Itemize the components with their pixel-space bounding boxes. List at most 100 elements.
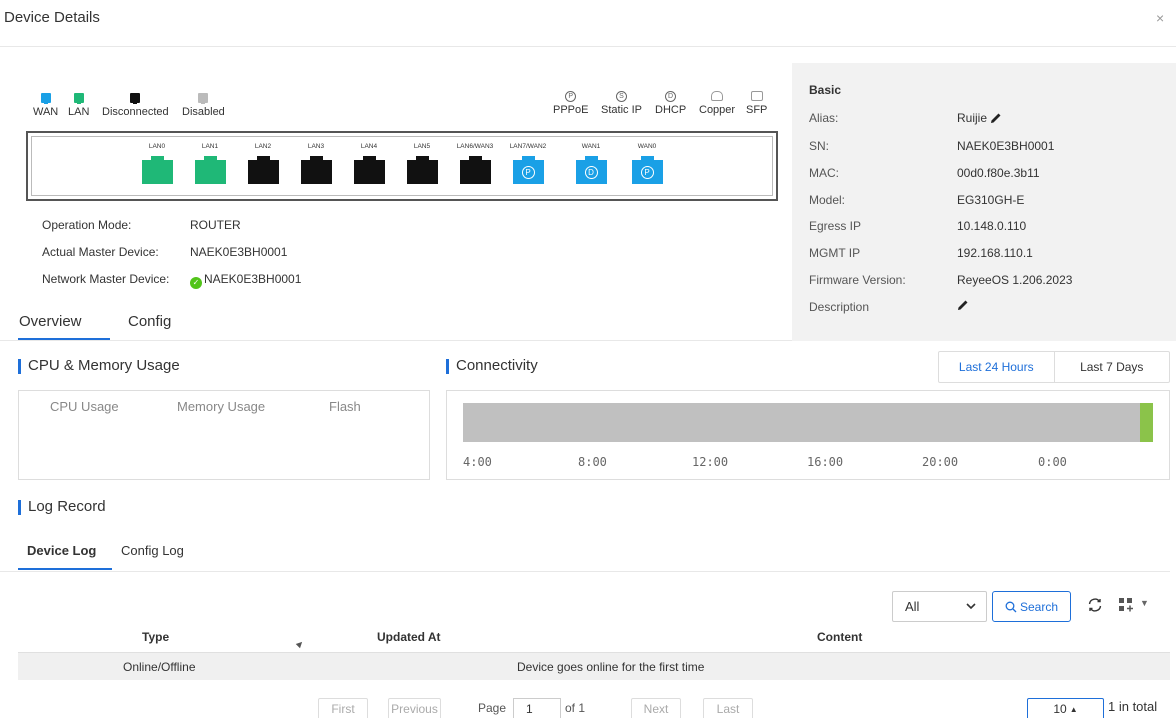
- log-section-title: Log Record: [18, 498, 106, 515]
- time-tick: 12:00: [692, 455, 729, 469]
- cell-content: Device goes online for the first time: [517, 660, 705, 674]
- mac-label: MAC:: [809, 166, 839, 180]
- last-24-hours-button[interactable]: Last 24 Hours: [939, 352, 1055, 382]
- log-type-value: All: [905, 599, 920, 614]
- legend-label: WAN: [33, 106, 59, 118]
- static-ip-icon: S: [615, 91, 627, 102]
- online-segment: [1140, 403, 1153, 442]
- edit-alias-icon[interactable]: [990, 112, 1002, 124]
- legend-disabled: Disabled: [182, 93, 225, 118]
- header-divider: [0, 46, 1176, 47]
- port-lan1[interactable]: LAN1: [180, 143, 240, 184]
- legend-disconnected: Disconnected: [102, 93, 169, 118]
- legend-label: DHCP: [655, 104, 687, 116]
- legend-label: Disconnected: [102, 106, 169, 118]
- mgmt-ip-label: MGMT IP: [809, 246, 861, 260]
- legend-pppoe: P PPPoE: [553, 91, 588, 116]
- tab-config-log[interactable]: Config Log: [121, 543, 184, 558]
- legend-dhcp: D DHCP: [655, 91, 686, 116]
- search-icon: [1005, 601, 1017, 612]
- network-master-sn: NAEK0E3BH0001: [204, 272, 302, 286]
- legend-wan: WAN: [33, 93, 58, 118]
- legend-sfp: SFP: [746, 91, 767, 116]
- port-lan0[interactable]: LAN0: [127, 143, 187, 184]
- port-label: LAN1: [201, 143, 219, 150]
- sn-label: SN:: [809, 139, 830, 153]
- chevron-down-icon: [966, 603, 976, 610]
- alias-label: Alias:: [809, 111, 839, 125]
- basic-panel: Basic Alias: Ruijie SN: NAEK0E3BH0001 MA…: [792, 63, 1176, 341]
- network-master-label: Network Master Device:: [42, 272, 170, 286]
- port-lan2[interactable]: LAN2: [233, 143, 293, 184]
- tab-config[interactable]: Config: [128, 313, 171, 330]
- log-type-select[interactable]: All: [892, 591, 987, 622]
- cell-type: Online/Offline: [123, 660, 196, 674]
- model-value: EG310GH-E: [957, 193, 1025, 207]
- search-label: Search: [1019, 599, 1059, 614]
- port-label: LAN3: [307, 143, 325, 150]
- caret-down-icon[interactable]: ▼: [1140, 598, 1149, 608]
- edit-description-icon[interactable]: [957, 299, 969, 311]
- port-label: LAN5: [413, 143, 431, 150]
- alias-text: Ruijie: [957, 111, 988, 125]
- port-label: WAN0: [637, 143, 657, 150]
- legend-static-ip: S Static IP: [601, 91, 642, 116]
- connectivity-section-title: Connectivity: [446, 357, 538, 374]
- time-tick: 20:00: [922, 455, 959, 469]
- port-lan3[interactable]: LAN3: [286, 143, 346, 184]
- description-label: Description: [809, 300, 870, 314]
- port-lan5[interactable]: LAN5: [392, 143, 452, 184]
- port-lan7-wan2[interactable]: LAN7/WAN2 P: [498, 143, 558, 184]
- legend-lan: LAN: [68, 93, 89, 118]
- time-tick: 8:00: [578, 455, 607, 469]
- wan-port-icon: P: [512, 156, 544, 184]
- port-label: LAN7/WAN2: [509, 143, 547, 150]
- tab-device-log[interactable]: Device Log: [27, 543, 96, 558]
- page-size-value: 10: [1053, 702, 1067, 716]
- page-number-input[interactable]: [513, 698, 561, 718]
- legend-label: Disabled: [182, 106, 225, 118]
- connectivity-bar: [463, 403, 1153, 442]
- port-wan0[interactable]: WAN0 P: [617, 143, 677, 184]
- previous-page-button[interactable]: Previous: [388, 698, 441, 718]
- first-page-button[interactable]: First: [318, 698, 368, 718]
- next-page-button[interactable]: Next: [631, 698, 681, 718]
- log-tabs-divider: [0, 571, 1170, 572]
- disconnected-port-icon: [353, 156, 385, 184]
- last-page-button[interactable]: Last: [703, 698, 753, 718]
- dialog-title: Device Details: [4, 9, 100, 26]
- lan-port-icon: [73, 93, 84, 104]
- actual-master-value: NAEK0E3BH0001: [190, 245, 288, 259]
- column-header-content[interactable]: Content: [817, 630, 862, 644]
- active-log-tab-indicator: [18, 568, 112, 570]
- columns-settings-icon[interactable]: [1118, 597, 1134, 613]
- pppoe-icon: P: [640, 165, 654, 179]
- sn-value: NAEK0E3BH0001: [957, 139, 1055, 153]
- usage-section-title: CPU & Memory Usage: [18, 357, 180, 374]
- tab-overview[interactable]: Overview: [19, 313, 82, 330]
- wan-port-icon: [40, 93, 51, 104]
- port-lan4[interactable]: LAN4: [339, 143, 399, 184]
- wan-port-icon: D: [575, 156, 607, 184]
- operation-mode-value: ROUTER: [190, 218, 241, 232]
- page-size-select[interactable]: 10 ▲: [1027, 698, 1104, 718]
- legend-copper: Copper: [699, 91, 735, 116]
- page-label: Page: [478, 701, 507, 715]
- network-master-value: ✓ NAEK0E3BH0001: [190, 272, 301, 289]
- column-header-updated-at[interactable]: Updated At: [377, 630, 441, 644]
- search-button[interactable]: Search: [992, 591, 1071, 622]
- port-lan6-wan3[interactable]: LAN6/WAN3: [445, 143, 505, 184]
- legend-label: Static IP: [601, 104, 642, 116]
- sort-icon[interactable]: [295, 639, 305, 649]
- refresh-icon[interactable]: [1086, 596, 1104, 614]
- close-icon[interactable]: ×: [1156, 10, 1164, 26]
- sfp-icon: [750, 91, 763, 101]
- disabled-port-icon: [198, 93, 209, 104]
- time-tick: 4:00: [463, 455, 492, 469]
- dhcp-icon: D: [584, 165, 598, 179]
- flash-label: Flash: [329, 399, 361, 414]
- column-header-type[interactable]: Type: [142, 630, 169, 644]
- last-7-days-button[interactable]: Last 7 Days: [1055, 352, 1170, 382]
- disconnected-port-icon: [130, 93, 141, 104]
- port-wan1[interactable]: WAN1 D: [561, 143, 621, 184]
